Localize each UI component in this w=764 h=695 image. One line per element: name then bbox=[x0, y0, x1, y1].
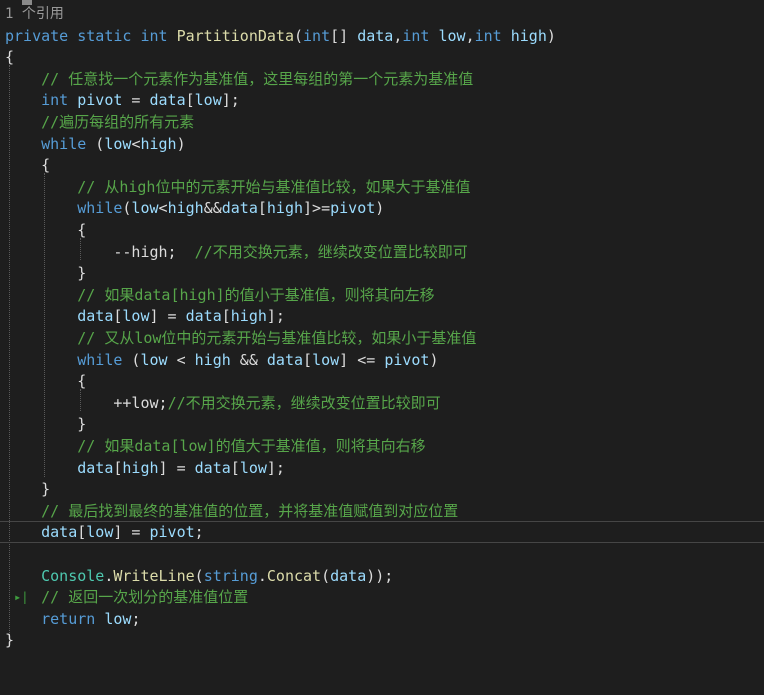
identifier: low bbox=[104, 609, 132, 628]
identifier: pivot bbox=[149, 523, 195, 542]
identifier: data bbox=[330, 566, 367, 585]
code-editor[interactable]: 1 个引用 private static int PartitionData(i… bbox=[0, 0, 764, 660]
keyword: int bbox=[474, 26, 502, 45]
comment: // 最后找到最终的基准值的位置，并将基准值赋值到对应位置 bbox=[41, 501, 459, 520]
identifier: low bbox=[86, 523, 114, 542]
identifier: low bbox=[194, 91, 222, 110]
comment: // 任意找一个元素作为基准值，这里每组的第一个元素为基准值 bbox=[41, 69, 474, 88]
keyword: while bbox=[41, 134, 87, 153]
identifier: low bbox=[122, 307, 150, 326]
code-line[interactable]: { bbox=[0, 47, 764, 69]
comment: // 又从low位中的元素开始与基准值比较，如果小于基准值 bbox=[77, 329, 477, 347]
identifier: pivot bbox=[330, 199, 376, 218]
code-line[interactable]: while(low<high&&data[high]>=pivot) bbox=[0, 198, 764, 220]
code-line[interactable]: // 返回一次划分的基准值位置 bbox=[0, 587, 764, 609]
code-line[interactable]: { bbox=[0, 155, 764, 177]
identifier: high bbox=[266, 199, 304, 218]
identifier: low bbox=[312, 350, 340, 369]
identifier: data bbox=[266, 350, 304, 369]
keyword: int bbox=[41, 91, 69, 110]
code-line[interactable]: } bbox=[0, 630, 764, 652]
code-line[interactable]: } bbox=[0, 479, 764, 501]
identifier: high bbox=[140, 134, 177, 153]
identifier: low bbox=[239, 458, 267, 477]
comment: // 返回一次划分的基准值位置 bbox=[41, 588, 249, 607]
identifier: data bbox=[194, 458, 231, 477]
codelens-line[interactable]: 1 个引用 bbox=[0, 4, 764, 26]
statement: ++low; bbox=[113, 393, 168, 412]
keyword: int bbox=[303, 26, 331, 45]
identifier: low bbox=[140, 350, 168, 369]
code-line[interactable]: ++low;//不用交换元素，继续改变位置比较即可 bbox=[0, 393, 764, 415]
reference-count[interactable]: 1 个引用 bbox=[5, 4, 64, 26]
keyword: private bbox=[5, 26, 69, 45]
statement: --high; bbox=[113, 242, 177, 261]
keyword: return bbox=[41, 609, 96, 628]
comment: // 如果data[high]的值小于基准值，则将其向左移 bbox=[77, 285, 435, 304]
identifier: data bbox=[77, 458, 114, 477]
code-line[interactable]: while (low<high) bbox=[0, 134, 764, 156]
identifier: high bbox=[510, 26, 547, 45]
identifier: data bbox=[77, 307, 114, 326]
code-line[interactable]: return low; bbox=[0, 609, 764, 631]
code-line[interactable]: { bbox=[0, 371, 764, 393]
identifier: data bbox=[149, 91, 186, 110]
code-line[interactable]: data[low] = data[high]; bbox=[0, 306, 764, 328]
code-line[interactable]: // 又从low位中的元素开始与基准值比较，如果小于基准值 bbox=[0, 328, 764, 350]
code-line[interactable]: // 最后找到最终的基准值的位置，并将基准值赋值到对应位置 bbox=[0, 501, 764, 523]
code-line[interactable]: data[high] = data[low]; bbox=[0, 458, 764, 480]
identifier: high bbox=[167, 199, 204, 218]
code-line[interactable]: { bbox=[0, 220, 764, 242]
identifier: high bbox=[122, 458, 159, 477]
identifier: data bbox=[41, 523, 78, 542]
code-line[interactable]: ▸| Console.WriteLine(string.Concat(data)… bbox=[0, 566, 764, 605]
code-line[interactable]: } bbox=[0, 414, 764, 436]
method-name: Concat bbox=[266, 566, 322, 585]
comment: // 从high位中的元素开始与基准值比较，如果大于基准值 bbox=[77, 177, 471, 196]
code-line[interactable]: // 如果data[high]的值小于基准值，则将其向左移 bbox=[0, 285, 764, 307]
keyword: while bbox=[77, 350, 123, 369]
identifier: pivot bbox=[77, 91, 123, 110]
code-line[interactable]: // 任意找一个元素作为基准值，这里每组的第一个元素为基准值 bbox=[0, 69, 764, 91]
type-name: Console bbox=[41, 566, 105, 585]
comment: //不用交换元素，继续改变位置比较即可 bbox=[167, 393, 441, 412]
identifier: data bbox=[221, 199, 258, 218]
comment: //不用交换元素，继续改变位置比较即可 bbox=[194, 242, 468, 261]
code-line[interactable]: --high; //不用交换元素，继续改变位置比较即可 bbox=[0, 242, 764, 264]
code-line[interactable] bbox=[0, 544, 764, 566]
identifier: data bbox=[185, 307, 222, 326]
keyword: int bbox=[140, 26, 168, 45]
code-line[interactable]: while (low < high && data[low] <= pivot) bbox=[0, 350, 764, 372]
comment: // 如果data[low]的值大于基准值，则将其向右移 bbox=[77, 437, 426, 455]
identifier: low bbox=[104, 134, 132, 153]
method-name: PartitionData bbox=[176, 26, 294, 45]
method-name: WriteLine bbox=[113, 566, 195, 585]
code-line[interactable]: } bbox=[0, 263, 764, 285]
code-line[interactable]: // 如果data[low]的值大于基准值，则将其向右移 bbox=[0, 436, 764, 458]
identifier: data bbox=[357, 26, 394, 45]
keyword: static bbox=[77, 26, 132, 45]
code-line[interactable]: //遍历每组的所有元素 bbox=[0, 112, 764, 134]
code-line[interactable]: int pivot = data[low]; bbox=[0, 90, 764, 112]
keyword: while bbox=[77, 199, 123, 218]
identifier: pivot bbox=[384, 350, 430, 369]
comment: //遍历每组的所有元素 bbox=[41, 113, 195, 131]
current-line[interactable]: data[low] = pivot; bbox=[0, 521, 764, 544]
identifier: high bbox=[194, 350, 231, 369]
identifier: high bbox=[230, 307, 267, 326]
identifier: low bbox=[131, 199, 159, 218]
code-line[interactable]: private static int PartitionData(int[] d… bbox=[0, 26, 764, 48]
identifier: low bbox=[438, 26, 466, 45]
keyword: int bbox=[402, 26, 430, 45]
keyword: string bbox=[203, 566, 258, 585]
code-line[interactable]: // 从high位中的元素开始与基准值比较，如果大于基准值 bbox=[0, 177, 764, 199]
